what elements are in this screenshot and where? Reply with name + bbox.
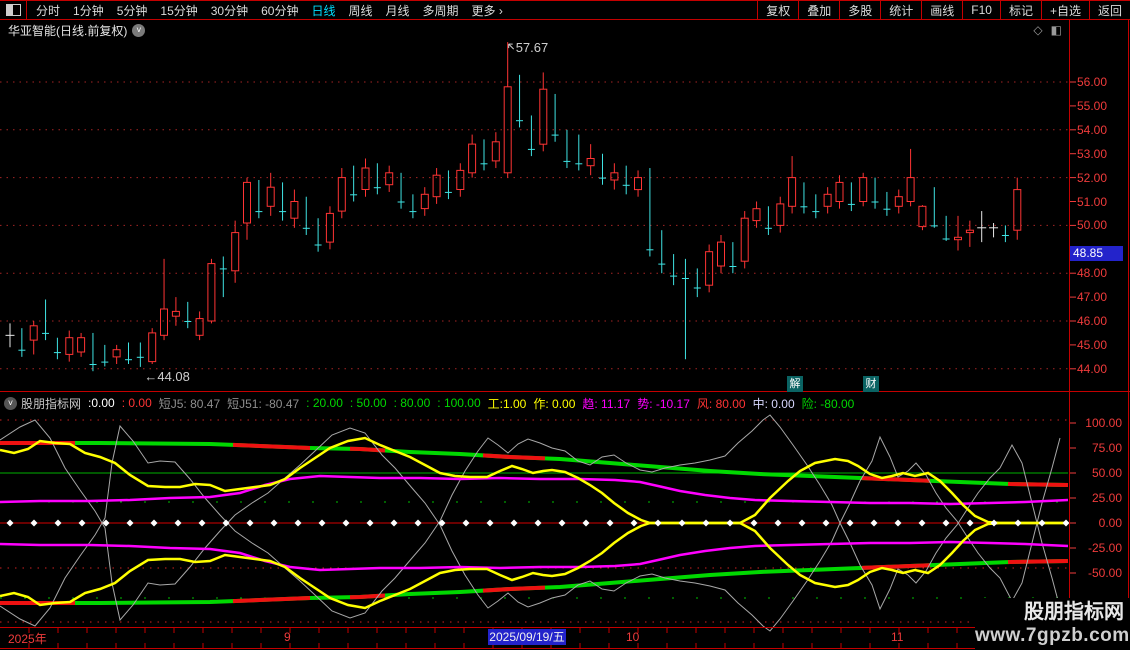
price-axis-label: 55.00 xyxy=(1077,99,1127,113)
layout-toggle-button[interactable] xyxy=(0,1,27,19)
toolbar-button-6[interactable]: 标记 xyxy=(1000,1,1041,19)
price-axis-label: 53.00 xyxy=(1077,147,1127,161)
status-token-15: 险: -80.00 xyxy=(802,395,855,412)
svg-text:57.67: 57.67 xyxy=(516,40,549,55)
status-token-1: :0.00 xyxy=(88,396,115,410)
indicator-axis-label: 100.00 xyxy=(1072,416,1122,430)
app-window: 57.67 ←44.08 分时 1分钟 5分钟 15分钟 30分钟 60分钟日线周线月线多周… xyxy=(0,0,1130,650)
price-axis-label: 56.00 xyxy=(1077,75,1127,89)
toolbar-button-2[interactable]: 多股 xyxy=(839,1,880,19)
indicator-axis-label: -25.00 xyxy=(1072,541,1122,555)
toolbar-button-5[interactable]: F10 xyxy=(962,1,1000,19)
status-token-4: 短J51: -80.47 xyxy=(227,395,299,412)
indicator-axis-label: 50.00 xyxy=(1072,466,1122,480)
toolbar-button-0[interactable]: 复权 xyxy=(757,1,798,19)
indicator-axis-label: 0.00 xyxy=(1072,516,1122,530)
candles-layer xyxy=(6,42,1021,371)
watermark-site-name: 股朋指标网 xyxy=(975,600,1124,624)
top-toolbar: 分时 1分钟 5分钟 15分钟 30分钟 60分钟日线周线月线多周期更多 › 复权叠加多股… xyxy=(0,0,1130,20)
price-axis-label: 51.00 xyxy=(1077,195,1127,209)
period-tab-7[interactable]: 周线 xyxy=(348,2,372,19)
time-axis: 2025年 9 10 11 2025/09/19/五 xyxy=(0,628,1130,648)
indicator-axis-label: -50.00 xyxy=(1072,566,1122,580)
signal-mark-1: 财 xyxy=(863,376,879,392)
time-axis-label: 9 xyxy=(284,630,291,644)
period-tab-1[interactable]: 1分钟 xyxy=(73,2,104,19)
status-token-10: 作: 0.00 xyxy=(533,395,575,412)
chart-title: 华亚智能(日线.前复权) xyxy=(8,22,127,39)
time-axis-label: 11 xyxy=(891,630,903,644)
period-tab-9[interactable]: 多周期 xyxy=(423,2,459,19)
status-token-14: 中: 0.00 xyxy=(753,395,795,412)
time-axis-label: 2025年 xyxy=(8,630,47,647)
status-token-11: 趋: 11.17 xyxy=(582,395,630,412)
split-pane-icon xyxy=(6,4,21,16)
status-token-8: : 100.00 xyxy=(437,396,480,410)
toolbar-button-7[interactable]: +自选 xyxy=(1041,1,1089,19)
price-axis-label: 45.00 xyxy=(1077,338,1127,352)
period-tab-6[interactable]: 日线 xyxy=(311,2,335,19)
price-axis: 56.00 55.00 54.00 53.00 52.00 51.00 50.00 48.00… xyxy=(1069,0,1130,650)
toolbar-button-8[interactable]: 返回 xyxy=(1089,1,1130,19)
status-token-5: : 20.00 xyxy=(306,396,343,410)
chevron-down-icon[interactable]: ˅ xyxy=(132,24,145,37)
indicator-status-bar[interactable]: ˅ 股朋指标网 :0.00 : 0.00 短J5: 80.47 短J51: -80.47… xyxy=(0,393,1069,413)
status-token-13: 风: 80.00 xyxy=(697,395,746,412)
watermark: 股朋指标网 www.7gpzb.com xyxy=(975,598,1130,650)
period-tab-8[interactable]: 月线 xyxy=(386,2,410,19)
chart-canvas: 57.67 ←44.08 xyxy=(0,0,1130,650)
status-token-0: 股朋指标网 xyxy=(21,395,81,412)
status-token-9: 工:1.00 xyxy=(488,395,527,412)
period-tabs: 分时 1分钟 5分钟 15分钟 30分钟 60分钟日线周线月线多周期更多 › xyxy=(27,2,503,19)
toolbar-buttons: 复权叠加多股统计画线F10标记+自选返回 xyxy=(757,1,1130,19)
price-axis-label: 47.00 xyxy=(1077,290,1127,304)
indicator-axis-label: 75.00 xyxy=(1072,441,1122,455)
header-icons: ◇ ◧ xyxy=(1033,23,1062,37)
split-view-icon[interactable]: ◧ xyxy=(1051,23,1062,37)
period-tab-3[interactable]: 15分钟 xyxy=(160,2,197,19)
indicator-chevron-icon[interactable]: ˅ xyxy=(4,397,17,410)
last-price-tag: 48.85 xyxy=(1070,246,1123,261)
toolbar-button-4[interactable]: 画线 xyxy=(921,1,962,19)
signal-mark-0: 解 xyxy=(787,376,803,392)
status-token-6: : 50.00 xyxy=(350,396,387,410)
period-tab-10[interactable]: 更多 › xyxy=(472,2,503,19)
time-axis-label: 10 xyxy=(626,630,639,644)
price-axis-label: 48.00 xyxy=(1077,266,1127,280)
price-axis-label: 50.00 xyxy=(1077,218,1127,232)
status-token-12: 势: -10.17 xyxy=(637,395,690,412)
indicator-axis-label: 25.00 xyxy=(1072,491,1122,505)
status-token-2: : 0.00 xyxy=(122,396,152,410)
period-tab-4[interactable]: 30分钟 xyxy=(211,2,248,19)
period-tab-5[interactable]: 60分钟 xyxy=(261,2,298,19)
period-tab-2[interactable]: 5分钟 xyxy=(117,2,148,19)
toolbar-button-3[interactable]: 统计 xyxy=(880,1,921,19)
period-tab-0[interactable]: 分时 xyxy=(36,2,60,19)
watermark-url: www.7gpzb.com xyxy=(975,624,1124,648)
price-axis-label: 44.00 xyxy=(1077,362,1127,376)
diamond-icon[interactable]: ◇ xyxy=(1033,23,1042,37)
svg-text:←44.08: ←44.08 xyxy=(144,369,190,384)
price-axis-label: 52.00 xyxy=(1077,171,1127,185)
toolbar-button-1[interactable]: 叠加 xyxy=(798,1,839,19)
status-token-7: : 80.00 xyxy=(394,396,431,410)
price-axis-label: 46.00 xyxy=(1077,314,1127,328)
chart-title-row: 华亚智能(日线.前复权) ˅ xyxy=(8,22,145,39)
status-token-3: 短J5: 80.47 xyxy=(159,395,220,412)
selected-date-tag: 2025/09/19/五 xyxy=(488,629,566,645)
price-axis-label: 54.00 xyxy=(1077,123,1127,137)
